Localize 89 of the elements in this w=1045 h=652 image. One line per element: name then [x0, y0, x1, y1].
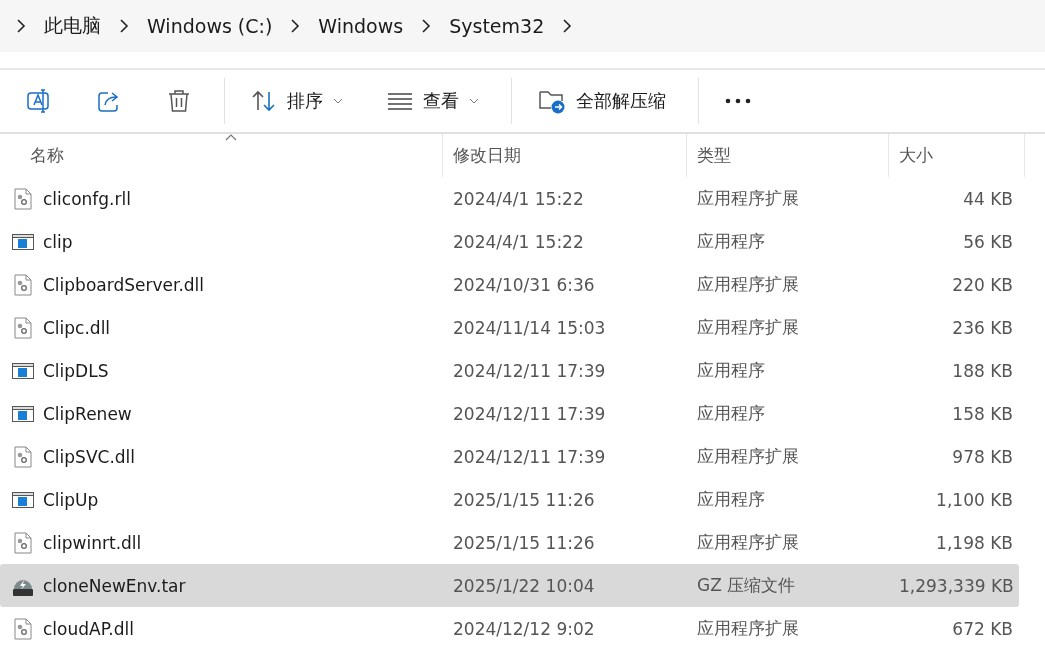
chevron-icon[interactable]: [562, 19, 573, 33]
file-row[interactable]: ClipDLS 2024/12/11 17:39 应用程序 188 KB: [0, 349, 1019, 392]
file-row[interactable]: ClipSVC.dll 2024/12/11 17:39 应用程序扩展 978 KB: [0, 435, 1019, 478]
breadcrumb-item[interactable]: Windows (C:): [129, 15, 291, 37]
column-header[interactable]: 修改日期: [443, 134, 687, 177]
modified-date: 2024/4/1 15:22: [452, 188, 585, 209]
modified-date: 2025/1/15 11:26: [452, 489, 596, 510]
file-size: 1,198 KB: [935, 532, 1014, 553]
file-row[interactable]: ClipUp 2025/1/15 11:26 应用程序 1,100 KB: [0, 478, 1019, 521]
file-name: cliconfg.rll: [43, 188, 131, 209]
file-row[interactable]: Clipc.dll 2024/11/14 15:03 应用程序扩展 236 KB: [0, 306, 1019, 349]
modified-date: 2025/1/22 10:04: [452, 575, 596, 596]
modified-date: 2024/10/31 6:36: [452, 274, 596, 295]
file-type: 应用程序扩展: [696, 445, 800, 468]
column-header[interactable]: 类型: [687, 134, 889, 177]
chevron-icon[interactable]: [16, 19, 26, 33]
file-row[interactable]: ClipboardServer.dll 2024/10/31 6:36 应用程序扩展 220 KB: [0, 263, 1019, 306]
gear-file-icon: [12, 316, 34, 339]
view-button[interactable]: 查看: [375, 81, 491, 121]
file-type: 应用程序: [696, 488, 766, 511]
file-type: 应用程序扩展: [696, 531, 800, 554]
application-icon: [12, 361, 34, 380]
breadcrumb-item[interactable]: System32: [431, 15, 563, 37]
modified-date: 2024/4/1 15:22: [452, 231, 585, 252]
file-name: clip: [43, 231, 73, 252]
file-size: 188 KB: [951, 360, 1014, 381]
dropdown-icon: [469, 98, 479, 104]
file-type: 应用程序: [696, 230, 766, 253]
file-row[interactable]: ClipRenew 2024/12/11 17:39 应用程序 158 KB: [0, 392, 1019, 435]
rename-icon: [26, 88, 52, 114]
file-type: 应用程序扩展: [696, 187, 800, 210]
breadcrumb-item[interactable]: 此电脑: [26, 13, 119, 39]
file-size: 44 KB: [962, 188, 1014, 209]
file-name: ClipSVC.dll: [43, 446, 136, 467]
gear-file-icon: [12, 617, 34, 640]
file-row[interactable]: clipwinrt.dll 2025/1/15 11:26 应用程序扩展 1,198 KB: [0, 521, 1019, 564]
folder-extract-icon: [538, 88, 566, 114]
dropdown-icon: [333, 98, 343, 104]
file-row[interactable]: cliconfg.rll 2024/4/1 15:22 应用程序扩展 44 KB: [0, 177, 1019, 220]
gear-file-icon: [12, 445, 34, 468]
more-icon: [725, 98, 751, 104]
file-type: GZ 压缩文件: [696, 574, 797, 597]
chevron-icon[interactable]: [421, 19, 432, 33]
file-name: ClipRenew: [43, 403, 132, 424]
file-name: Clipc.dll: [43, 317, 111, 338]
trash-icon: [166, 88, 192, 114]
file-name: ClipUp: [43, 489, 99, 510]
file-row[interactable]: cloneNewEnv.tar 2025/1/22 10:04 GZ 压缩文件 1,293,339 KB: [0, 564, 1019, 607]
breadcrumb-item[interactable]: Windows: [300, 15, 422, 37]
extract-all-button[interactable]: 全部解压缩: [526, 80, 678, 122]
file-size: 672 KB: [951, 618, 1014, 639]
file-size: 236 KB: [951, 317, 1014, 338]
file-name: ClipboardServer.dll: [43, 274, 205, 295]
modified-date: 2024/12/11 17:39: [452, 446, 607, 467]
file-name: cloneNewEnv.tar: [43, 575, 186, 596]
file-size: 978 KB: [951, 446, 1014, 467]
modified-date: 2025/1/15 11:26: [452, 532, 596, 553]
file-size: 158 KB: [951, 403, 1014, 424]
modified-date: 2024/12/12 9:02: [452, 618, 596, 639]
list-icon: [387, 92, 413, 110]
sort-button[interactable]: 排序: [239, 81, 355, 121]
application-icon: [12, 404, 34, 423]
gear-file-icon: [12, 531, 34, 554]
file-type: 应用程序扩展: [696, 617, 800, 640]
file-row[interactable]: cloudAP.dll 2024/12/12 9:02 应用程序扩展 672 KB: [0, 607, 1019, 650]
file-name: ClipDLS: [43, 360, 109, 381]
file-size: 1,293,339 KB: [898, 575, 1015, 596]
file-type: 应用程序: [696, 402, 766, 425]
file-name: cloudAP.dll: [43, 618, 134, 639]
gear-file-icon: [12, 273, 34, 296]
file-size: 56 KB: [962, 231, 1014, 252]
file-row[interactable]: clip 2024/4/1 15:22 应用程序 56 KB: [0, 220, 1019, 263]
gear-file-icon: [12, 187, 34, 210]
modified-date: 2024/11/14 15:03: [452, 317, 607, 338]
file-size: 1,100 KB: [935, 489, 1014, 510]
column-header[interactable]: 名称: [0, 134, 443, 177]
file-type: 应用程序: [696, 359, 766, 382]
sort-icon: [251, 89, 277, 113]
column-header[interactable]: 大小: [889, 134, 1025, 177]
chevron-icon[interactable]: [119, 19, 129, 33]
application-icon: [12, 232, 34, 251]
file-size: 220 KB: [951, 274, 1014, 295]
file-type: 应用程序扩展: [696, 316, 800, 339]
chevron-icon[interactable]: [290, 19, 301, 33]
modified-date: 2024/12/11 17:39: [452, 403, 607, 424]
modified-date: 2024/12/11 17:39: [452, 360, 607, 381]
file-type: 应用程序扩展: [696, 273, 800, 296]
application-icon: [12, 490, 34, 509]
file-name: clipwinrt.dll: [43, 532, 142, 553]
